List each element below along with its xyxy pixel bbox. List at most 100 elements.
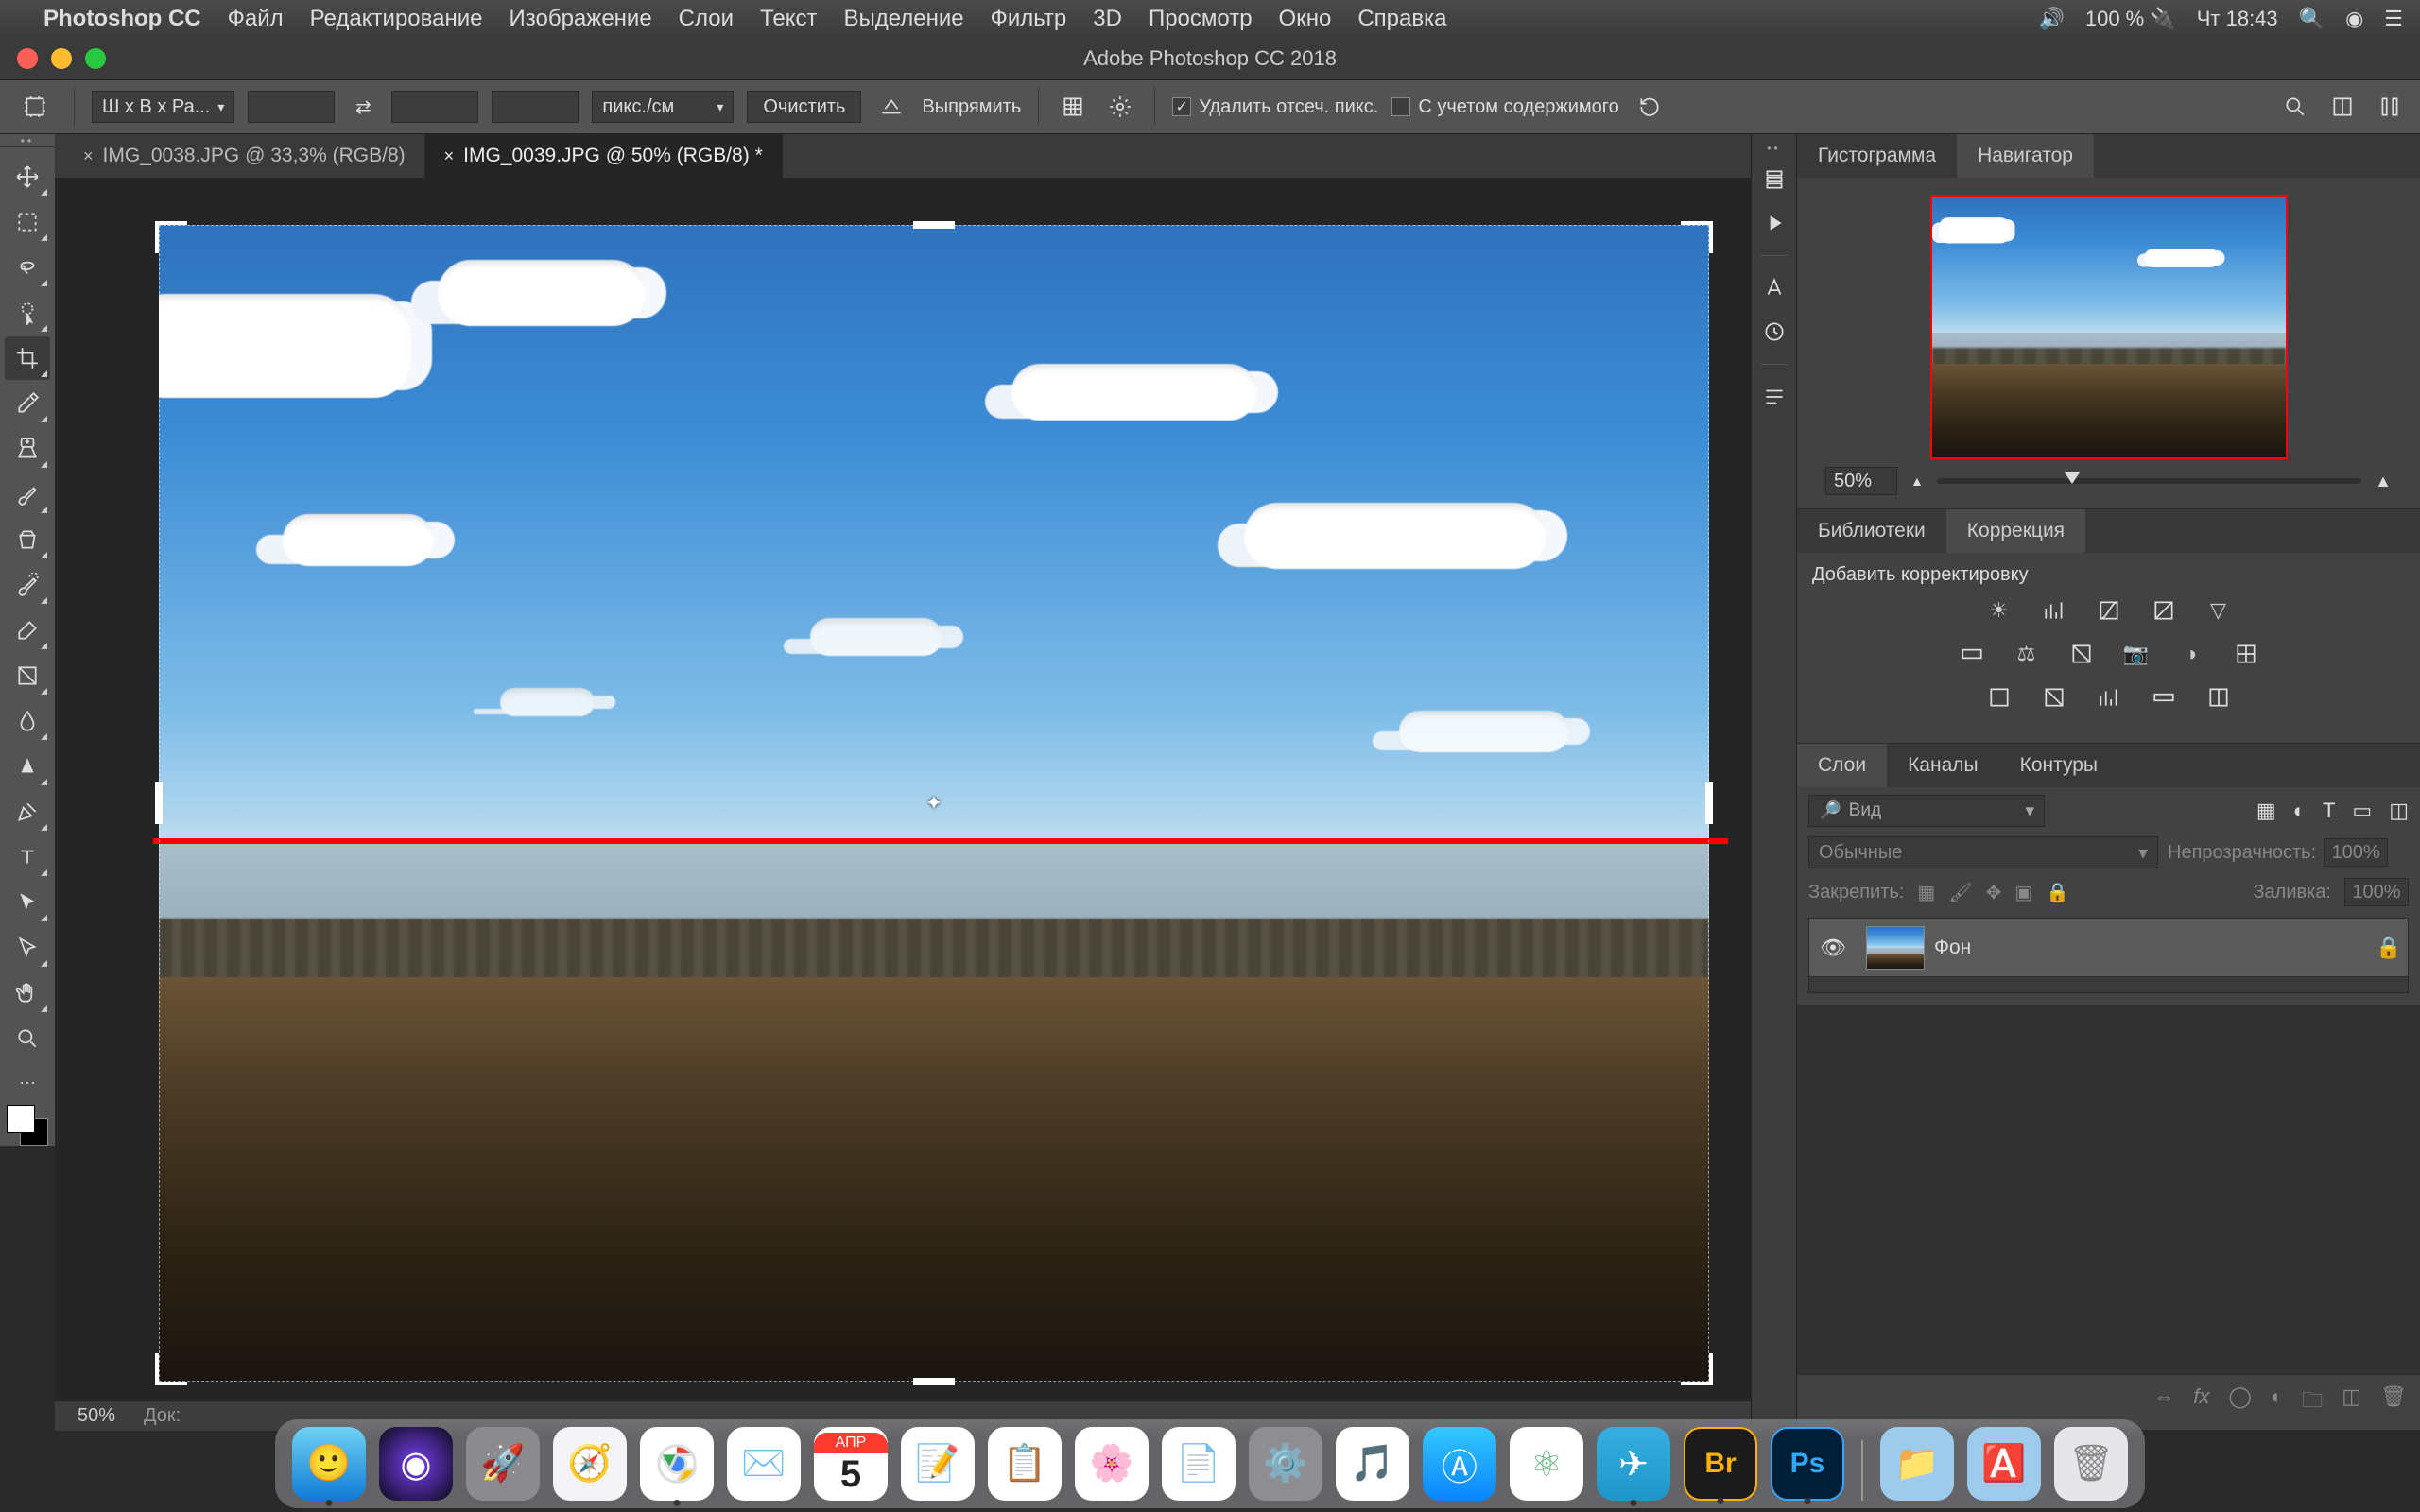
navigator-zoom-slider[interactable] <box>1937 478 2361 484</box>
hand-tool[interactable] <box>5 971 50 1015</box>
tools-grip[interactable]: •• <box>0 134 55 147</box>
dock-app-photoshop[interactable]: Ps <box>1771 1427 1844 1501</box>
crop-handle-b[interactable] <box>913 1378 955 1385</box>
arrange-documents-button[interactable] <box>2325 90 2360 124</box>
dock-folder-downloads[interactable]: 📁 <box>1880 1427 1954 1501</box>
dock-folder-applications[interactable]: 🅰️ <box>1967 1427 2041 1501</box>
blend-mode-dropdown[interactable]: Обычные▾ <box>1808 836 2158 868</box>
color-lookup-icon[interactable] <box>2227 639 2265 669</box>
crop-handle-t[interactable] <box>913 221 955 229</box>
crop-ratio-dropdown[interactable]: Ш x В x Ра...▾ <box>92 91 234 123</box>
reset-crop-button[interactable] <box>1633 90 1667 124</box>
threshold-icon[interactable] <box>2090 682 2128 713</box>
zoom-out-icon[interactable]: ▲ <box>1910 473 1924 489</box>
dock-app-appstore[interactable]: Ⓐ <box>1423 1427 1496 1501</box>
document-tab[interactable]: ×IMG_0038.JPG @ 33,3% (RGB/8) <box>64 134 425 178</box>
volume-icon[interactable]: 🔊 <box>2038 7 2064 31</box>
document-canvas[interactable]: ✦ <box>159 225 1709 1382</box>
gradient-tool[interactable] <box>5 654 50 697</box>
edit-toolbar-button[interactable]: ⋯ <box>19 1074 36 1093</box>
eyedropper-tool[interactable] <box>5 382 50 425</box>
menu-view[interactable]: Просмотр <box>1149 6 1253 32</box>
lock-position-icon[interactable]: ✥ <box>1986 881 2002 904</box>
dock-app-reminders[interactable]: 📋 <box>988 1427 1062 1501</box>
close-tab-icon[interactable]: × <box>444 146 455 166</box>
siri-icon[interactable]: ◉ <box>2345 7 2363 31</box>
lasso-tool[interactable] <box>5 246 50 289</box>
swap-dimensions-button[interactable]: ⇄ <box>348 95 378 119</box>
menu-edit[interactable]: Редактирование <box>310 6 483 32</box>
path-select-tool[interactable] <box>5 881 50 924</box>
brush-settings-panel-icon[interactable] <box>1757 380 1791 414</box>
crop-handle-bl[interactable] <box>155 1353 187 1385</box>
layer-visibility-icon[interactable]: 👁 <box>1809 936 1857 960</box>
menu-file[interactable]: Файл <box>228 6 284 32</box>
dock-app-pages[interactable]: 📄 <box>1162 1427 1236 1501</box>
color-balance-icon[interactable]: ⚖ <box>2008 639 2046 669</box>
history-brush-tool[interactable] <box>5 563 50 607</box>
menu-type[interactable]: Текст <box>760 6 817 32</box>
history-panel-icon[interactable] <box>1757 163 1791 197</box>
exposure-icon[interactable] <box>2145 595 2183 626</box>
type-tool[interactable] <box>5 835 50 879</box>
layer-thumbnail[interactable] <box>1866 926 1925 970</box>
crop-resolution-input[interactable] <box>492 91 579 123</box>
clone-stamp-tool[interactable] <box>5 518 50 561</box>
doc-info-label[interactable]: Док: <box>144 1405 181 1427</box>
new-fill-layer-icon[interactable]: ◐ <box>2271 1384 2283 1420</box>
clock[interactable]: Чт 18:43 <box>2197 7 2278 31</box>
paragraph-panel-icon[interactable] <box>1757 315 1791 349</box>
dock-app-launchpad[interactable]: 🚀 <box>466 1427 540 1501</box>
actions-panel-icon[interactable] <box>1757 206 1791 240</box>
crop-handle-br[interactable] <box>1681 1353 1713 1385</box>
posterize-icon[interactable] <box>2035 682 2073 713</box>
dock-app-siri[interactable]: ◉ <box>379 1427 453 1501</box>
current-tool-icon[interactable] <box>13 88 57 126</box>
lock-transparent-icon[interactable]: ▦ <box>1917 881 1935 904</box>
app-menu[interactable]: Photoshop CC <box>43 6 201 32</box>
dock-app-atom[interactable]: ⚛ <box>1510 1427 1583 1501</box>
photo-filter-icon[interactable]: 📷 <box>2118 639 2155 669</box>
lock-pixels-icon[interactable]: 🖌 <box>1948 881 1972 904</box>
new-group-icon[interactable]: 🗀 <box>2302 1384 2323 1420</box>
notification-center-icon[interactable]: ☰ <box>2384 7 2403 31</box>
layer-mask-icon[interactable]: ◯ <box>2228 1384 2252 1420</box>
dock-app-chrome[interactable] <box>640 1427 714 1501</box>
black-white-icon[interactable] <box>2063 639 2100 669</box>
menu-3d[interactable]: 3D <box>1093 6 1122 32</box>
menu-image[interactable]: Изображение <box>509 6 651 32</box>
zoom-level-field[interactable]: 50% <box>78 1405 115 1427</box>
menu-help[interactable]: Справка <box>1357 6 1446 32</box>
straighten-icon[interactable] <box>874 90 908 124</box>
layer-row[interactable]: 👁 Фон 🔒 <box>1809 919 2408 977</box>
layer-lock-icon[interactable]: 🔒 <box>2370 936 2408 960</box>
filter-shape-icon[interactable]: ▭ <box>2352 799 2372 823</box>
menu-layer[interactable]: Слои <box>679 6 734 32</box>
menu-window[interactable]: Окно <box>1279 6 1332 32</box>
crop-width-input[interactable] <box>248 91 335 123</box>
navigator-thumbnail[interactable] <box>1930 195 2288 459</box>
spotlight-icon[interactable]: 🔍 <box>2299 7 2325 31</box>
layer-name[interactable]: Фон <box>1934 936 2370 959</box>
battery-status[interactable]: 100 % 🔌 <box>2085 7 2176 31</box>
lock-artboard-icon[interactable]: ▣ <box>2014 881 2032 904</box>
menu-filter[interactable]: Фильтр <box>991 6 1067 32</box>
vibrance-icon[interactable]: ▽ <box>2200 595 2238 626</box>
workspace-menu-button[interactable] <box>2373 90 2407 124</box>
layer-filter-dropdown[interactable]: 🔎Вид▾ <box>1808 795 2045 827</box>
link-layers-icon[interactable]: ⇔ <box>2153 1384 2174 1420</box>
crop-handle-tl[interactable] <box>155 221 187 253</box>
straighten-label[interactable]: Выпрямить <box>922 96 1021 118</box>
dodge-tool[interactable] <box>5 745 50 788</box>
dock-app-bridge[interactable]: Br <box>1684 1427 1757 1501</box>
move-tool[interactable] <box>5 155 50 198</box>
quick-select-tool[interactable] <box>5 291 50 335</box>
dock-app-finder[interactable]: 🙂 <box>292 1427 366 1501</box>
crop-settings-button[interactable] <box>1103 90 1137 124</box>
grid-overlay-button[interactable] <box>1056 90 1090 124</box>
zoom-in-icon[interactable]: ▲ <box>2375 472 2392 491</box>
crop-tool[interactable] <box>5 336 50 380</box>
blur-tool[interactable] <box>5 699 50 743</box>
crop-handle-r[interactable] <box>1705 782 1713 824</box>
filter-adjust-icon[interactable]: ◐ <box>2293 799 2306 823</box>
